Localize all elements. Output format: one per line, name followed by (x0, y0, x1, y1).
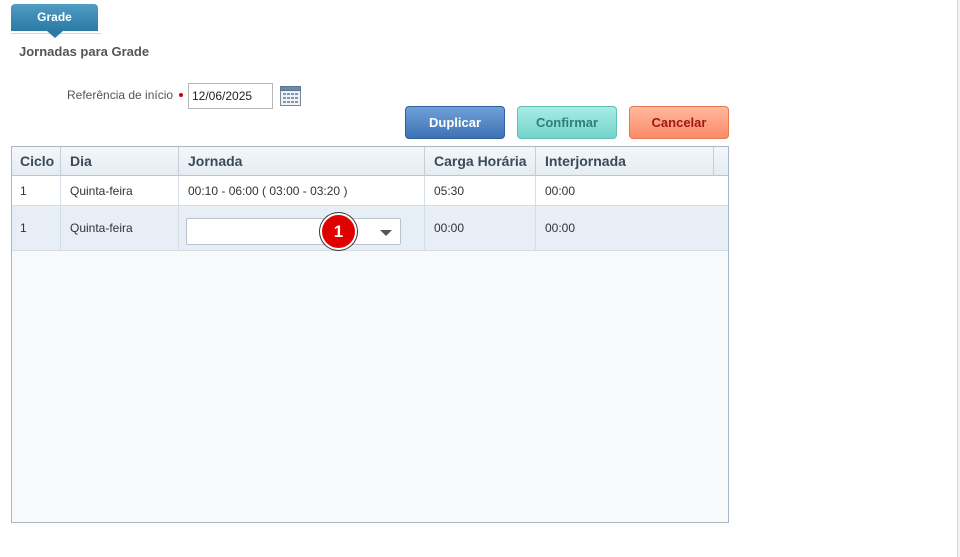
duplicate-button[interactable]: Duplicar (405, 106, 505, 139)
column-header-spacer (714, 147, 728, 176)
cell-dia: Quinta-feira (61, 176, 179, 205)
confirm-button[interactable]: Confirmar (517, 106, 617, 139)
cancel-button[interactable]: Cancelar (629, 106, 729, 139)
tab-bar: Grade (11, 4, 101, 38)
table-row[interactable]: 1 Quinta-feira 00:00 00:00 (12, 206, 728, 251)
jornadas-grid: Ciclo Dia Jornada Carga Horária Interjor… (11, 146, 729, 523)
cell-interjornada: 00:00 (545, 183, 576, 198)
cell-carga-horaria: 00:00 (425, 206, 536, 250)
tab-active-notch (47, 31, 63, 38)
table-row[interactable]: 1 Quinta-feira 00:10 - 06:00 ( 03:00 - 0… (12, 176, 728, 206)
reference-label: Referência de início (67, 88, 174, 102)
jornada-select[interactable] (186, 218, 401, 245)
column-header-carga-horaria[interactable]: Carga Horária (425, 147, 536, 176)
required-indicator (179, 93, 183, 97)
cell-jornada: 00:10 - 06:00 ( 03:00 - 03:20 ) (179, 176, 425, 205)
cell-carga-horaria: 05:30 (425, 176, 536, 205)
cell-ciclo: 1 (12, 176, 61, 205)
page-title: Jornadas para Grade (19, 44, 150, 59)
column-header-jornada[interactable]: Jornada (179, 147, 425, 176)
cell-jornada (179, 206, 425, 250)
grid-header: Ciclo Dia Jornada Carga Horária Interjor… (12, 147, 728, 176)
column-header-dia[interactable]: Dia (61, 147, 179, 176)
cell-interjornada: 00:00 (545, 221, 576, 235)
tab-grade[interactable]: Grade (11, 4, 98, 31)
cell-dia: Quinta-feira (61, 206, 179, 250)
reference-date-input[interactable] (188, 83, 273, 109)
cell-ciclo: 1 (12, 206, 61, 250)
column-header-interjornada[interactable]: Interjornada (536, 147, 714, 176)
calendar-icon[interactable] (280, 86, 301, 106)
column-header-ciclo[interactable]: Ciclo (12, 147, 61, 176)
annotation-badge: 1 (320, 213, 357, 250)
chevron-down-icon[interactable] (380, 230, 392, 236)
